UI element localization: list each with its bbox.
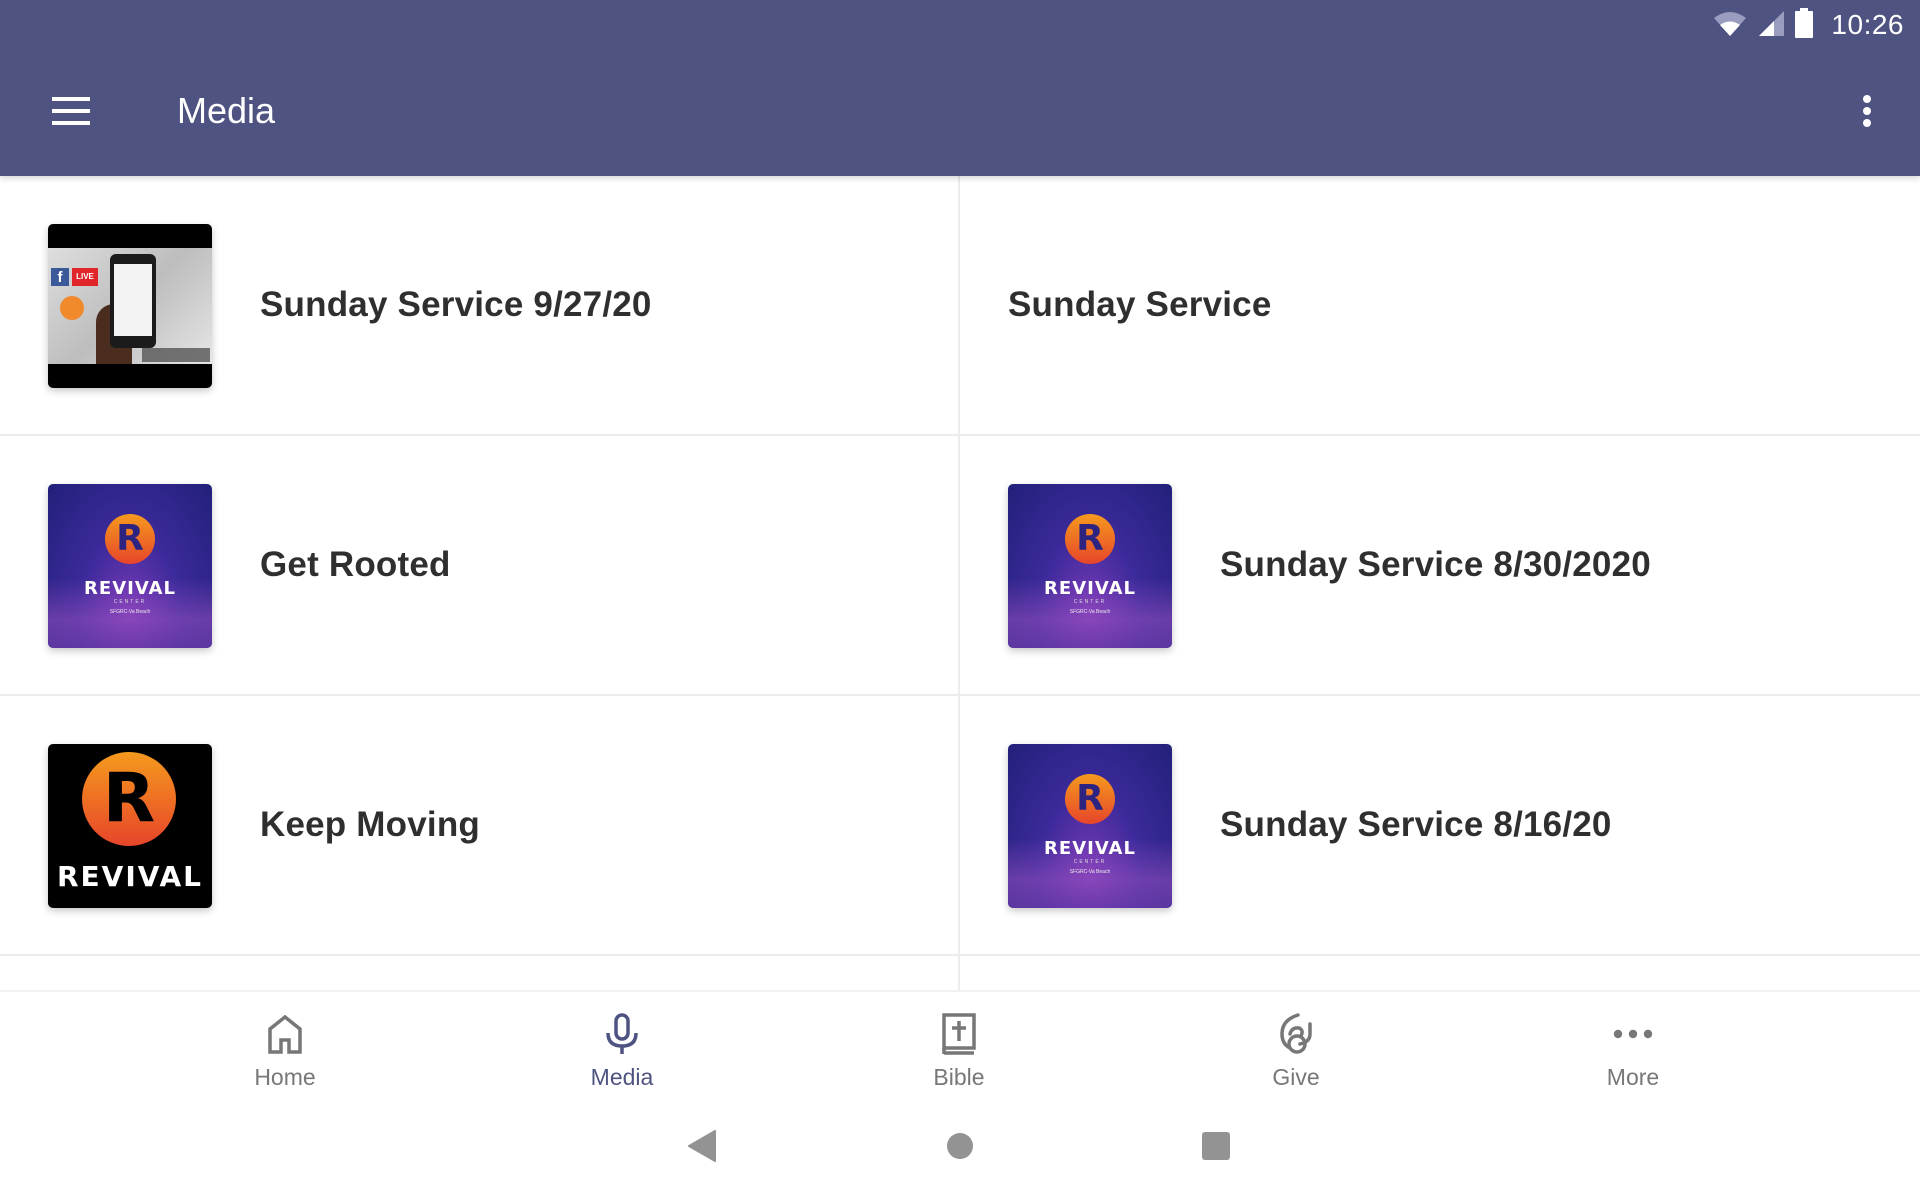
status-time: 10:26	[1831, 9, 1904, 40]
more-vertical-icon	[1861, 94, 1873, 133]
more-horizontal-icon	[1611, 1012, 1655, 1056]
media-item[interactable]: Sunday Service	[960, 176, 1920, 436]
thumbnail-caption	[142, 348, 210, 362]
thumbnail-sub-text: CENTER	[1073, 599, 1107, 605]
nav-label: Media	[590, 1064, 654, 1090]
revival-center-crowd-thumbnail: R REVIVAL CENTER SFGRC-Va Beach	[1008, 484, 1172, 648]
bible-icon	[937, 1012, 981, 1056]
logo-letter: R	[1076, 518, 1104, 559]
thumbnail-brand-text: REVIVAL	[1044, 578, 1136, 599]
page-title: Media	[177, 90, 276, 131]
microphone-icon	[600, 1012, 644, 1056]
media-item[interactable]: R REVIVAL Keep Moving	[0, 696, 960, 956]
give-icon	[1274, 1012, 1318, 1056]
media-list[interactable]: f LIVE Sunday Service 9/27/20 Sunday Ser…	[0, 176, 1920, 990]
nav-item-give[interactable]: Give	[1196, 992, 1396, 1098]
thumbnail-brand-text: REVIVAL	[56, 860, 204, 893]
nav-item-more[interactable]: More	[1533, 992, 1733, 1098]
nav-item-bible[interactable]: Bible	[859, 992, 1059, 1098]
back-icon	[687, 1129, 717, 1168]
thumbnail-brand-text: REVIVAL	[84, 578, 176, 599]
nav-item-media[interactable]: Media	[522, 992, 722, 1098]
nav-item-home[interactable]: Home	[185, 992, 385, 1098]
nav-label: Give	[1272, 1064, 1320, 1090]
nav-label: Home	[254, 1064, 316, 1090]
status-icons: 10:26	[1713, 6, 1904, 44]
live-badge: LIVE	[72, 268, 98, 286]
system-navigation-bar	[0, 1096, 1920, 1200]
phone-screen	[114, 264, 152, 336]
thumbnail-brand-text: REVIVAL	[1044, 838, 1136, 859]
cell-signal-icon	[1757, 9, 1785, 42]
logo-letter: R	[102, 759, 156, 838]
logo-letter: R	[116, 518, 144, 559]
media-item-title: Sunday Service	[1008, 285, 1272, 324]
media-item-title: Sunday Service 8/16/20	[1220, 805, 1612, 844]
nav-label: Bible	[933, 1064, 985, 1090]
bottom-navigation: Home Media Bible Give More	[0, 990, 1920, 1096]
thumbnail-location-text: SFGRC-Va Beach	[1069, 869, 1111, 875]
battery-icon	[1795, 7, 1814, 43]
system-back-button[interactable]	[672, 1126, 732, 1170]
media-item-title: Get Rooted	[260, 545, 451, 584]
app-bar: 10:26 Media	[0, 0, 1920, 176]
media-item[interactable]: R REVIVAL CENTER SFGRC-Va Beach Get Root…	[0, 436, 960, 696]
overflow-menu-button[interactable]	[1842, 83, 1892, 143]
nav-label: More	[1606, 1064, 1660, 1090]
revival-center-crowd-thumbnail: R REVIVAL CENTER SFGRC-Va Beach	[1008, 744, 1172, 908]
hamburger-menu-icon	[52, 96, 92, 130]
logo-letter: R	[1076, 778, 1104, 819]
thumbnail-location-text: SFGRC-Va Beach	[1069, 609, 1111, 615]
media-item-title: Keep Moving	[260, 805, 480, 844]
media-item[interactable]: R REVIVAL CENTER SFGRC-Va Beach Sunday S…	[960, 436, 1920, 696]
media-item-partial[interactable]	[0, 956, 960, 990]
media-item-title: Sunday Service 8/30/2020	[1220, 545, 1651, 584]
home-icon	[263, 1012, 307, 1056]
media-grid: f LIVE Sunday Service 9/27/20 Sunday Ser…	[0, 176, 1920, 990]
home-circle-icon	[945, 1131, 975, 1166]
status-bar: 10:26	[0, 0, 1920, 50]
media-item[interactable]: R REVIVAL CENTER SFGRC-Va Beach Sunday S…	[960, 696, 1920, 956]
thumbnail-location-text: SFGRC-Va Beach	[109, 609, 151, 615]
menu-button[interactable]	[40, 83, 104, 143]
system-recents-button[interactable]	[1186, 1126, 1246, 1170]
wifi-icon	[1713, 9, 1747, 42]
media-item-partial[interactable]	[960, 956, 1920, 990]
revival-logo-black-thumbnail: R REVIVAL	[48, 744, 212, 908]
media-item-title: Sunday Service 9/27/20	[260, 285, 652, 324]
recents-icon	[1201, 1131, 1231, 1166]
toolbar: Media	[0, 50, 1920, 176]
revival-center-crowd-thumbnail: R REVIVAL CENTER SFGRC-Va Beach	[48, 484, 212, 648]
thumbnail-sub-text: CENTER	[1073, 859, 1107, 865]
revival-logo-icon	[60, 296, 84, 320]
system-home-button[interactable]	[930, 1126, 990, 1170]
thumbnail-sub-text: CENTER	[113, 599, 147, 605]
media-item[interactable]: f LIVE Sunday Service 9/27/20	[0, 176, 960, 436]
facebook-live-thumbnail: f LIVE	[48, 224, 212, 388]
facebook-icon: f	[51, 268, 69, 286]
